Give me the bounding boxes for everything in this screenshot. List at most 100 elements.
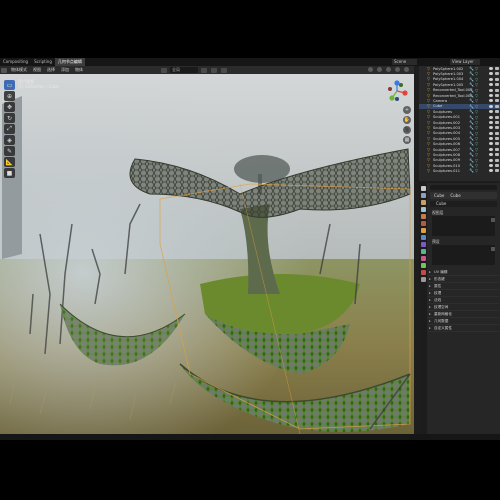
menu-object[interactable]: 物体	[72, 66, 86, 74]
annotate-icon[interactable]: ✎	[4, 146, 15, 156]
menu-select[interactable]: 选择	[44, 66, 58, 74]
section-presets[interactable]: 预设	[430, 239, 497, 244]
render-camera-icon[interactable]	[495, 153, 499, 157]
shading-solid-icon[interactable]	[386, 67, 391, 72]
render-camera-icon[interactable]	[495, 72, 499, 76]
visibility-eye-icon[interactable]	[489, 115, 493, 119]
render-camera-icon[interactable]	[495, 83, 499, 87]
tab-geometry-nodes[interactable]: 几何节点编辑	[54, 58, 85, 66]
constraints-tab-icon[interactable]	[420, 256, 426, 261]
properties-search[interactable]	[430, 185, 497, 190]
object-tab-icon[interactable]	[420, 228, 426, 233]
visibility-eye-icon[interactable]	[489, 147, 493, 151]
ortho-toggle-icon[interactable]: ▦	[403, 136, 411, 144]
render-camera-icon[interactable]	[495, 142, 499, 146]
visibility-eye-icon[interactable]	[489, 93, 493, 97]
texture-tab-icon[interactable]	[420, 277, 426, 282]
rotate-icon[interactable]: ↻	[4, 113, 15, 123]
editor-type-icon[interactable]	[1, 67, 7, 73]
visibility-eye-icon[interactable]	[489, 131, 493, 135]
material-tab-icon[interactable]	[420, 270, 426, 275]
visibility-eye-icon[interactable]	[489, 72, 493, 76]
proportional-edit-icon[interactable]	[221, 67, 227, 73]
select-box-icon[interactable]: ▭	[4, 80, 15, 90]
pan-icon[interactable]: ✋	[403, 116, 411, 124]
visibility-eye-icon[interactable]	[489, 164, 493, 168]
menu-view[interactable]: 视图	[30, 66, 44, 74]
panel-shape-keys[interactable]: 形态键	[428, 276, 499, 283]
add-cube-icon[interactable]: ■	[4, 168, 15, 178]
visibility-eye-icon[interactable]	[489, 137, 493, 141]
measure-icon[interactable]: 📐	[4, 157, 15, 167]
view-layer-tab-icon[interactable]	[420, 207, 426, 212]
visibility-eye-icon[interactable]	[489, 77, 493, 81]
panel-geometry-data[interactable]: 几何数据	[428, 318, 499, 325]
3d-viewport[interactable]: 用户透视 (1) Collection | Cube ▭ ⊕ ✥ ↻ ⤢ ◈ ✎…	[0, 74, 414, 434]
visibility-eye-icon[interactable]	[489, 120, 493, 124]
panel-custom-properties[interactable]: 自定义属性	[428, 325, 499, 332]
render-camera-icon[interactable]	[495, 115, 499, 119]
render-camera-icon[interactable]	[495, 110, 499, 114]
tab-scripting[interactable]: Scripting	[31, 58, 55, 66]
render-camera-icon[interactable]	[495, 104, 499, 108]
visibility-eye-icon[interactable]	[489, 158, 493, 162]
menu-mode[interactable]: 物体模式	[8, 66, 30, 74]
camera-view-icon[interactable]: 🎥	[403, 126, 411, 134]
shading-rendered-icon[interactable]	[404, 67, 409, 72]
list-add-icon[interactable]	[491, 247, 495, 251]
xray-icon[interactable]	[377, 67, 382, 72]
visibility-eye-icon[interactable]	[489, 83, 493, 87]
render-camera-icon[interactable]	[495, 93, 499, 97]
render-camera-icon[interactable]	[495, 120, 499, 124]
scene-tab-icon[interactable]	[420, 214, 426, 219]
render-camera-icon[interactable]	[495, 169, 499, 173]
list-add-icon[interactable]	[491, 218, 495, 222]
render-camera-icon[interactable]	[495, 131, 499, 135]
panel-normals[interactable]: 法线	[428, 297, 499, 304]
overlay-icon[interactable]	[368, 67, 373, 72]
menu-add[interactable]: 添加	[58, 66, 72, 74]
data-tab-icon[interactable]	[420, 263, 426, 268]
shape-keys-list[interactable]	[432, 245, 495, 265]
visibility-eye-icon[interactable]	[489, 153, 493, 157]
render-camera-icon[interactable]	[495, 158, 499, 162]
scene-selector[interactable]: Scene	[392, 59, 417, 65]
modifier-tab-icon[interactable]	[420, 235, 426, 240]
outliner-row[interactable]: ▽ Sculptures.011 🔧▽	[419, 168, 500, 173]
render-camera-icon[interactable]	[495, 137, 499, 141]
render-tab-icon[interactable]	[420, 193, 426, 198]
visibility-eye-icon[interactable]	[489, 126, 493, 130]
tool-tab-icon[interactable]	[420, 186, 426, 191]
render-camera-icon[interactable]	[495, 77, 499, 81]
panel-uv-maps[interactable]: UV 编辑	[428, 269, 499, 276]
panel-attributes[interactable]: 属性	[428, 283, 499, 290]
visibility-eye-icon[interactable]	[489, 99, 493, 103]
cursor-icon[interactable]: ⊕	[4, 91, 15, 101]
transform-orientation-icon[interactable]	[161, 67, 167, 73]
transform-orientation-select[interactable]: 全局	[170, 67, 198, 73]
visibility-eye-icon[interactable]	[489, 110, 493, 114]
panel-texture[interactable]: 纹理	[428, 290, 499, 297]
visibility-eye-icon[interactable]	[489, 104, 493, 108]
vertex-groups-list[interactable]	[432, 216, 495, 236]
render-camera-icon[interactable]	[495, 88, 499, 92]
object-name-field[interactable]: Cube Cube	[430, 192, 497, 199]
world-tab-icon[interactable]	[420, 221, 426, 226]
transform-icon[interactable]: ◈	[4, 135, 15, 145]
scale-icon[interactable]: ⤢	[4, 124, 15, 134]
render-camera-icon[interactable]	[495, 99, 499, 103]
visibility-eye-icon[interactable]	[489, 67, 493, 70]
render-camera-icon[interactable]	[495, 147, 499, 151]
render-camera-icon[interactable]	[495, 126, 499, 130]
section-view-layer[interactable]: 视图层	[430, 210, 497, 215]
modifier-icon[interactable]: 🔧▽	[469, 168, 479, 173]
particles-tab-icon[interactable]	[420, 242, 426, 247]
panel-texture-space[interactable]: 纹理空间	[428, 304, 499, 311]
zoom-icon[interactable]: +	[403, 106, 411, 114]
tab-compositing[interactable]: Compositing	[0, 58, 31, 66]
view-layer-selector[interactable]: View Layer	[450, 59, 480, 65]
move-icon[interactable]: ✥	[4, 102, 15, 112]
render-camera-icon[interactable]	[495, 67, 499, 70]
material-slot[interactable]: Cube	[430, 201, 497, 207]
visibility-eye-icon[interactable]	[489, 88, 493, 92]
